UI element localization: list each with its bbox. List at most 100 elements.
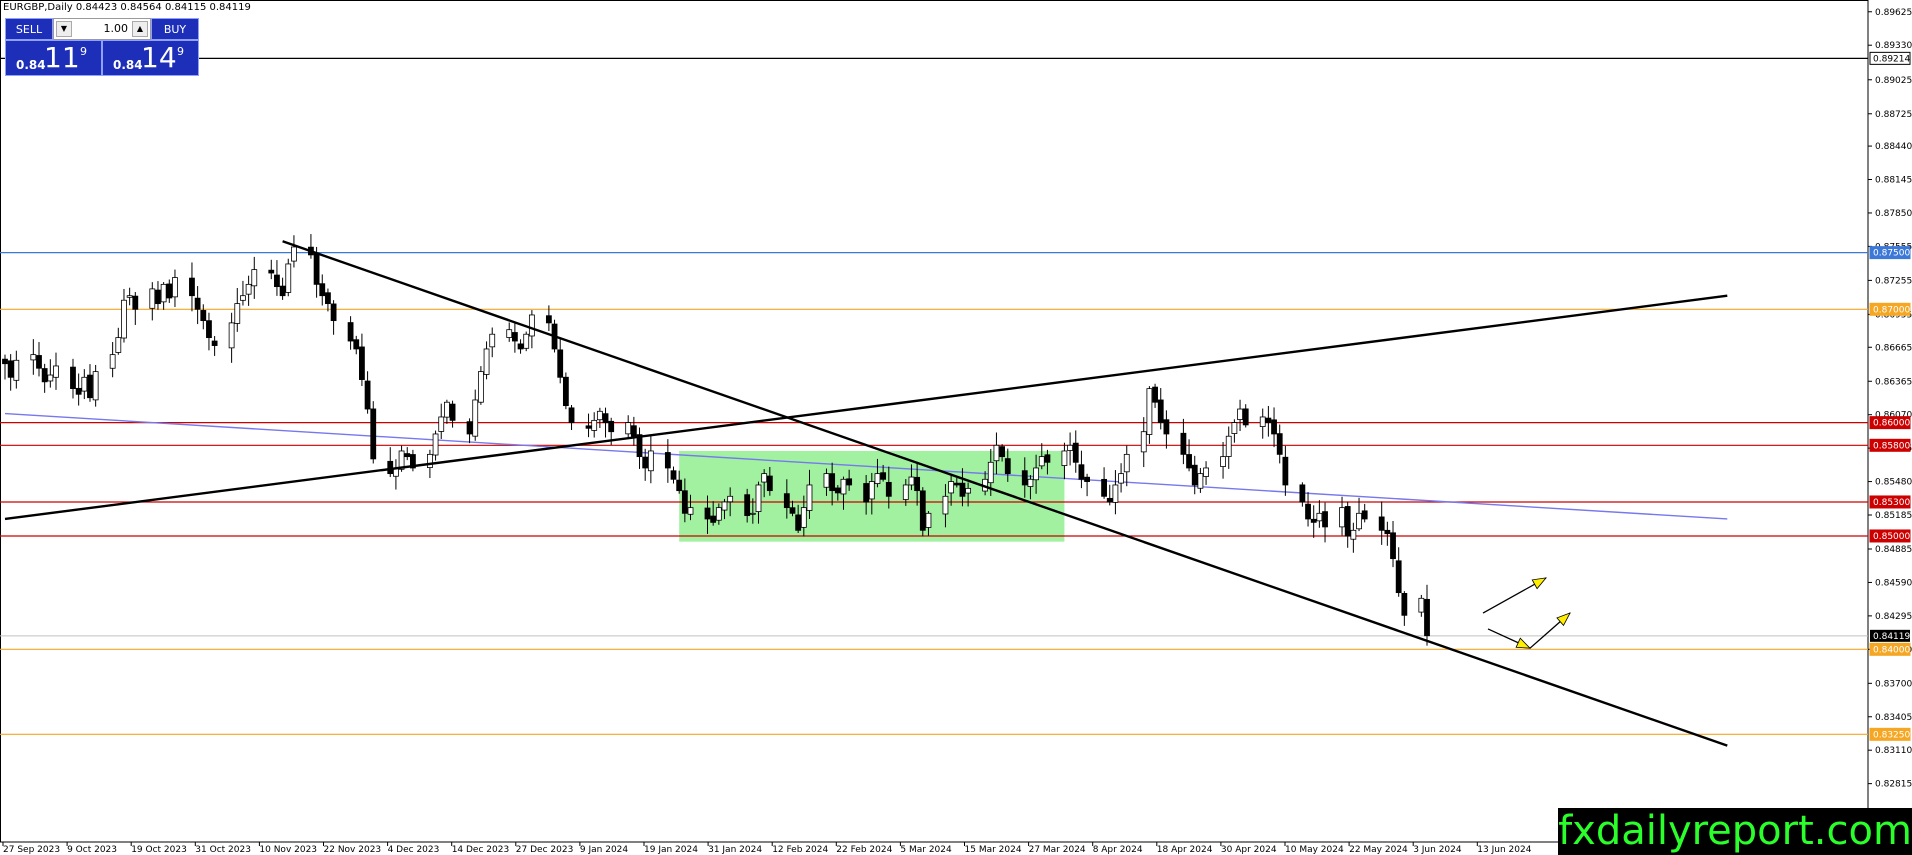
buy-price-pip: 9 (177, 45, 184, 58)
level-price-label: 0.85300 (1873, 498, 1910, 508)
buy-button[interactable]: BUY (151, 18, 199, 40)
candle-body (121, 299, 127, 339)
candle (1418, 594, 1425, 617)
candle-body (687, 507, 694, 515)
candle (489, 327, 496, 358)
candle-body (1106, 497, 1113, 503)
y-tick-label: 0.88725 (1875, 110, 1912, 120)
candle-body (330, 303, 337, 322)
candle-body (279, 285, 286, 297)
candle-body (761, 473, 768, 483)
buy-price-prefix: 0.84 (113, 58, 143, 72)
y-tick-label: 0.84590 (1875, 578, 1912, 588)
candle (1271, 407, 1277, 448)
candle-body (1067, 444, 1073, 451)
candle-body (670, 470, 677, 480)
candle-body (1350, 529, 1357, 540)
candle-body (908, 476, 915, 486)
x-tick-label: 19 Jan 2024 (644, 845, 698, 855)
candle (1118, 463, 1124, 493)
candle-body (432, 433, 439, 456)
lot-decrease-icon[interactable]: ▼ (56, 21, 72, 37)
candle-body (744, 494, 751, 516)
lot-size-value: 1.00 (103, 22, 129, 35)
candle-body (959, 482, 966, 497)
candle (1140, 417, 1147, 468)
candle-body (132, 295, 139, 310)
candle (1203, 461, 1209, 485)
candle-body (347, 322, 354, 342)
lot-size-field[interactable]: ▼ 1.00 ▲ (53, 18, 151, 40)
symbol-header: EURGBP,Daily 0.84423 0.84564 0.84115 0.8… (3, 2, 251, 13)
candle (1163, 410, 1170, 449)
sell-price[interactable]: 0.84 11 9 (5, 40, 102, 76)
candle-body (681, 490, 688, 514)
buy-price[interactable]: 0.84 14 9 (102, 40, 199, 76)
candle-body (1271, 419, 1277, 435)
y-tick-label: 0.89025 (1875, 76, 1912, 86)
candle-body (1123, 453, 1130, 473)
candle (279, 277, 286, 300)
candle-body (1203, 467, 1209, 477)
level-price-label: 0.85800 (1873, 441, 1910, 451)
x-tick-label: 22 May 2024 (1349, 845, 1408, 855)
trendline-descending[interactable] (282, 240, 1728, 747)
candle (308, 234, 314, 259)
candle (1276, 424, 1283, 464)
candle (466, 418, 473, 444)
candle (1310, 505, 1317, 538)
candle-body (664, 452, 671, 469)
sell-button[interactable]: SELL (5, 18, 53, 40)
candle (1180, 418, 1187, 465)
x-tick-label: 4 Dec 2023 (388, 845, 440, 855)
candle (1424, 584, 1430, 646)
candle (443, 399, 450, 424)
candle-body (489, 333, 496, 348)
candle (1220, 442, 1226, 479)
candle-body (987, 461, 994, 484)
candle-body (1390, 532, 1396, 560)
candle-body (1004, 458, 1011, 475)
candle-body (993, 444, 1000, 462)
lot-increase-icon[interactable]: ▲ (132, 21, 148, 37)
candle-body (364, 380, 371, 410)
candle-body (53, 365, 59, 378)
candle-body (438, 416, 445, 432)
candle-body (948, 481, 955, 494)
candle-body (92, 371, 99, 401)
candle-body (189, 277, 195, 297)
candle (1316, 500, 1323, 528)
candle-body (313, 252, 320, 285)
y-tick-label: 0.87255 (1875, 276, 1912, 286)
candle-body (863, 483, 870, 503)
candle-body (1197, 473, 1204, 489)
candle-body (925, 512, 932, 528)
candle-body (211, 340, 218, 346)
y-tick-label: 0.83110 (1875, 746, 1912, 756)
candle (7, 354, 14, 391)
candle (325, 288, 331, 312)
candle (557, 338, 564, 384)
candle-body (880, 472, 887, 480)
x-tick-label: 31 Oct 2023 (195, 845, 251, 855)
candle (393, 459, 399, 490)
candle-body (789, 507, 796, 514)
candle (630, 416, 637, 446)
candle-body (75, 387, 82, 395)
candle-body (200, 310, 207, 322)
candle (1106, 484, 1113, 506)
candle-body (919, 490, 926, 531)
candle-body (1101, 478, 1107, 497)
candle-body (755, 484, 762, 512)
candle (1191, 455, 1198, 495)
candle-body (1033, 467, 1039, 481)
candle (359, 333, 365, 387)
x-tick-label: 12 Feb 2024 (772, 845, 828, 855)
price-chart[interactable]: 0.89625 0.89330 0.89025 0.88725 0.88440 0.881… (0, 0, 1912, 855)
candle (1259, 408, 1266, 439)
candle-body (1259, 416, 1266, 427)
candle (291, 235, 297, 268)
y-tick-label: 0.89330 (1875, 41, 1912, 51)
candle (1361, 503, 1368, 523)
candle-body (30, 354, 37, 361)
